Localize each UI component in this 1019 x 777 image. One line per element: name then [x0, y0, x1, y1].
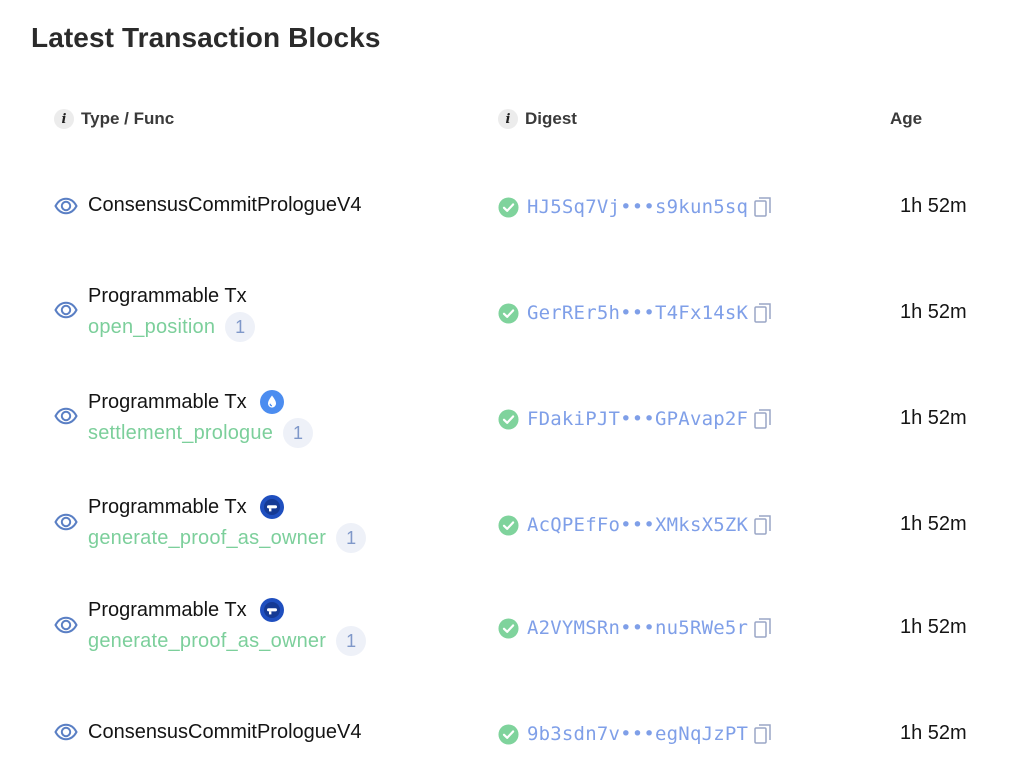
success-check-icon: [498, 408, 519, 430]
eye-icon[interactable]: [54, 510, 78, 534]
info-icon[interactable]: i: [54, 109, 74, 129]
digest-link[interactable]: A2VYMSRn•••nu5RWe5r: [527, 617, 748, 639]
age-value: 1h 52m: [900, 407, 967, 429]
digest-link[interactable]: 9b3sdn7v•••egNqJzPT: [527, 723, 748, 745]
age-value: 1h 52m: [900, 195, 967, 217]
eye-icon[interactable]: [54, 404, 78, 428]
eye-icon[interactable]: [54, 613, 78, 637]
age-value: 1h 52m: [900, 301, 967, 323]
copy-icon[interactable]: [754, 723, 772, 745]
success-check-icon: [498, 514, 519, 536]
digest-link[interactable]: AcQPEfFo•••XMksX5ZK: [527, 514, 748, 536]
age-value: 1h 52m: [900, 513, 967, 535]
success-check-icon: [498, 617, 519, 639]
column-header-age-label: Age: [890, 109, 923, 128]
copy-icon[interactable]: [754, 196, 772, 218]
transaction-type: ConsensusCommitPrologueV4: [88, 720, 362, 743]
eye-icon[interactable]: [54, 194, 78, 218]
column-header-age: Age: [890, 108, 922, 130]
project-logo-icon[interactable]: [259, 495, 284, 519]
info-icon[interactable]: i: [498, 109, 518, 129]
project-logo-icon[interactable]: [259, 598, 284, 622]
droplet-icon[interactable]: [259, 390, 284, 414]
table-row: ConsensusCommitPrologueV4 9b3sdn7v•••egN…: [0, 699, 1019, 769]
digest-link[interactable]: FDakiPJT•••GPAvap2F: [527, 408, 748, 430]
copy-icon[interactable]: [754, 617, 772, 639]
table-row: Programmable Tx settlement_prologue 1 FD…: [0, 383, 1019, 453]
digest-link[interactable]: GerREr5h•••T4Fx14sK: [527, 302, 748, 324]
table-row: Programmable Tx generate_proof_as_owner …: [0, 489, 1019, 559]
function-name[interactable]: settlement_prologue: [88, 422, 273, 445]
column-header-digest-label: Digest: [525, 109, 577, 128]
success-check-icon: [498, 302, 519, 324]
column-header-digest: i Digest: [498, 108, 577, 130]
count-badge: 1: [336, 626, 367, 656]
transaction-type: Programmable Tx: [88, 495, 247, 518]
transaction-type: Programmable Tx: [88, 390, 247, 413]
copy-icon[interactable]: [754, 302, 772, 324]
count-badge: 1: [225, 312, 256, 342]
table-row: Programmable Tx generate_proof_as_owner …: [0, 593, 1019, 663]
column-header-type-label: Type / Func: [81, 109, 175, 128]
transaction-type: Programmable Tx: [88, 598, 247, 621]
count-badge: 1: [283, 418, 314, 448]
function-name[interactable]: generate_proof_as_owner: [88, 630, 326, 653]
eye-icon[interactable]: [54, 720, 78, 744]
age-value: 1h 52m: [900, 616, 967, 638]
table-row: ConsensusCommitPrologueV4 HJ5Sq7Vj•••s9k…: [0, 172, 1019, 242]
function-name[interactable]: generate_proof_as_owner: [88, 527, 326, 550]
copy-icon[interactable]: [754, 514, 772, 536]
count-badge: 1: [336, 523, 367, 553]
success-check-icon: [498, 723, 519, 745]
page-title: Latest Transaction Blocks: [31, 22, 381, 53]
copy-icon[interactable]: [754, 408, 772, 430]
table-row: Programmable Tx open_position 1 GerREr5h…: [0, 277, 1019, 347]
transaction-type: ConsensusCommitPrologueV4: [88, 193, 362, 216]
function-name[interactable]: open_position: [88, 316, 215, 339]
success-check-icon: [498, 196, 519, 218]
age-value: 1h 52m: [900, 722, 967, 744]
column-header-type: i Type / Func: [54, 108, 174, 130]
eye-icon[interactable]: [54, 298, 78, 322]
transaction-type: Programmable Tx: [88, 284, 247, 307]
digest-link[interactable]: HJ5Sq7Vj•••s9kun5sq: [527, 196, 748, 218]
